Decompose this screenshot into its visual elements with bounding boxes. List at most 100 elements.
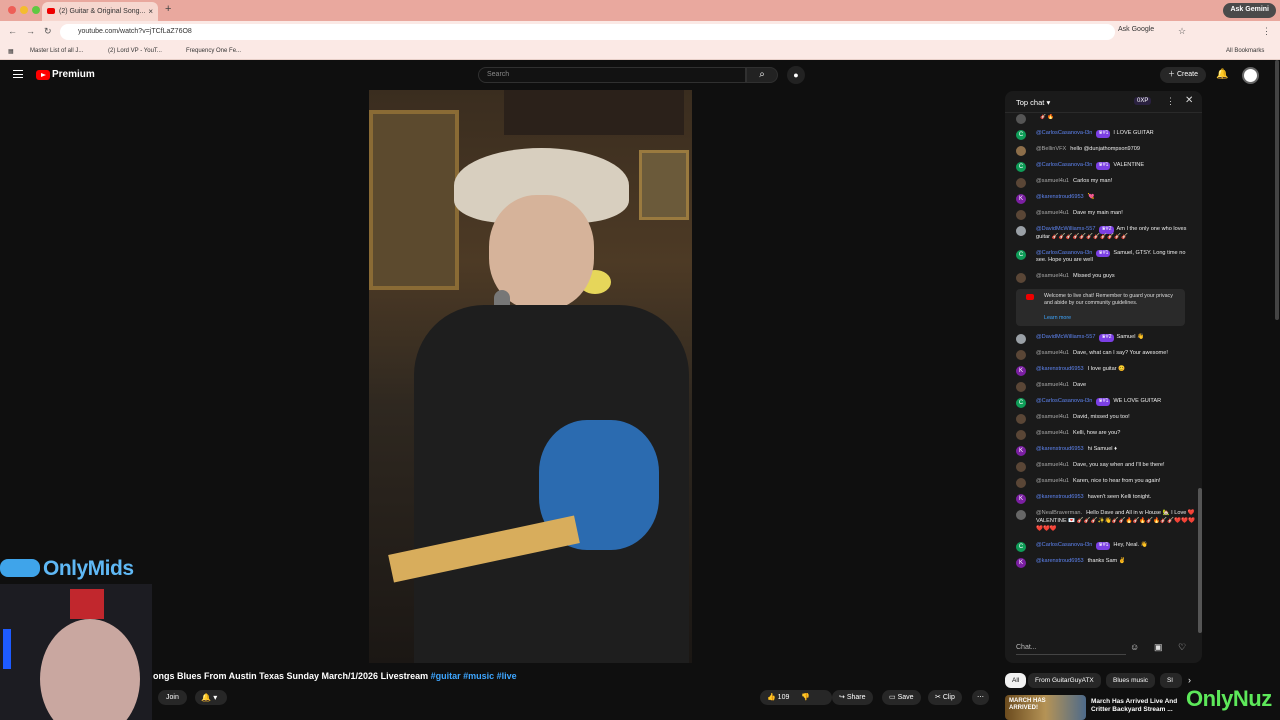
chat-author[interactable]: @CarlosCasanova-l3n (1036, 398, 1092, 404)
create-button[interactable]: ＋ Create (1160, 67, 1206, 83)
video-player[interactable] (369, 90, 692, 663)
chat-author[interactable]: @samuel4u1 (1036, 382, 1069, 388)
save-button[interactable]: ▭ Save (882, 690, 921, 705)
minimize-window-icon[interactable] (20, 6, 28, 14)
back-icon[interactable]: ← (8, 26, 17, 36)
chevron-right-icon[interactable]: › (1188, 675, 1191, 685)
top-chat-dropdown[interactable]: Top chat ▾ (1016, 98, 1050, 107)
recommended-thumbnail[interactable]: MARCH HAS ARRIVED! (1005, 695, 1086, 720)
like-dislike-group[interactable]: 👍 109 👎 (760, 690, 832, 705)
zoom-window-icon[interactable] (32, 6, 40, 14)
chat-author[interactable]: @CarlosCasanova-l3n (1036, 130, 1092, 136)
clip-button[interactable]: ✂ Clip (928, 690, 962, 705)
chat-author[interactable]: @CarlosCasanova-l3n (1036, 250, 1092, 256)
chat-avatar[interactable]: C (1016, 161, 1026, 172)
bookmark-item[interactable]: Master List of all J... (30, 48, 83, 54)
chat-avatar[interactable]: K (1016, 193, 1026, 204)
thumbs-down-icon[interactable]: 👎 (801, 694, 810, 701)
chat-author[interactable]: @samuel4u1 (1036, 478, 1069, 484)
chat-avatar[interactable]: C (1016, 398, 1026, 409)
chat-avatar[interactable] (1016, 114, 1026, 124)
more-actions-button[interactable]: ⋯ (972, 690, 989, 705)
chat-avatar[interactable] (1016, 177, 1026, 188)
bookmark-item[interactable]: Frequency One Fe... (186, 48, 241, 54)
forward-icon[interactable]: → (26, 26, 35, 36)
chat-author[interactable]: @samuel4u1 (1036, 462, 1069, 468)
video-hashtags[interactable]: #guitar #music #live (431, 671, 517, 681)
chat-avatar[interactable]: C (1016, 541, 1026, 552)
page-scrollbar[interactable] (1275, 60, 1279, 320)
bookmark-star-icon[interactable]: ☆ (1178, 26, 1186, 37)
chat-avatar[interactable] (1016, 209, 1026, 220)
voice-search-button[interactable]: ● (787, 66, 805, 84)
notifications-bell-icon[interactable]: 🔔 (1216, 69, 1228, 80)
chat-avatar[interactable]: K (1016, 366, 1026, 377)
join-button[interactable]: Join (158, 690, 187, 705)
chat-input[interactable]: Chat... (1016, 641, 1126, 655)
learn-more-link[interactable]: Learn more (1044, 315, 1177, 322)
subscribe-notifications-button[interactable]: 🔔 ▾ (195, 690, 227, 705)
chat-author[interactable]: @karenstroud6953 (1036, 366, 1084, 372)
chat-avatar[interactable] (1016, 145, 1026, 156)
apps-icon[interactable]: ▦ (8, 48, 14, 55)
close-tab-icon[interactable]: × (148, 7, 153, 16)
chat-more-icon[interactable]: ⋮ (1166, 96, 1175, 107)
chat-author[interactable]: @NealBraverman. (1036, 510, 1082, 516)
chip-partial[interactable]: Sl (1160, 673, 1182, 688)
chat-avatar[interactable] (1016, 225, 1026, 236)
recommended-title[interactable]: March Has Arrived Live And Critter Backy… (1091, 698, 1181, 714)
ask-google-button[interactable]: Ask Google (1118, 26, 1154, 33)
youtube-logo-icon[interactable] (36, 70, 50, 80)
url-field[interactable]: youtube.com/watch?v=jTCfLaZ76O8 (60, 24, 1115, 40)
ask-gemini-button[interactable]: Ask Gemini (1223, 3, 1276, 18)
super-chat-icon[interactable]: ▣ (1154, 642, 1163, 653)
hamburger-menu-icon[interactable] (13, 70, 23, 78)
chat-author[interactable]: @BellinVFX (1036, 146, 1066, 152)
account-avatar[interactable] (1242, 67, 1259, 84)
emoji-icon[interactable]: ☺ (1130, 642, 1139, 652)
xp-badge[interactable]: 0XP (1134, 97, 1152, 105)
chip-blues-music[interactable]: Blues music (1106, 673, 1156, 688)
bookmark-item[interactable]: (2) Lord VP - YouT... (108, 48, 162, 54)
chat-messages[interactable]: 🎸🔥 C @CarlosCasanova-l3n ♛#1 I LOVE GUITAR @B… (1005, 114, 1202, 632)
share-button[interactable]: ↪ Share (832, 690, 873, 705)
chat-author[interactable]: @samuel4u1 (1036, 350, 1069, 356)
chat-author[interactable]: @karenstroud6953 (1036, 446, 1084, 452)
chat-avatar[interactable]: K (1016, 494, 1026, 505)
close-window-icon[interactable] (8, 6, 16, 14)
browser-menu-icon[interactable]: ⋮ (1262, 26, 1271, 37)
chat-author[interactable]: @DavidMcWilliams-557 (1036, 226, 1095, 232)
search-input[interactable]: Search (478, 67, 746, 83)
search-button[interactable]: ⌕ (746, 67, 778, 83)
chat-author[interactable]: @karenstroud6953 (1036, 558, 1084, 564)
thumbs-up-icon[interactable]: 👍 (767, 694, 776, 701)
chat-author[interactable]: @CarlosCasanova-l3n (1036, 542, 1092, 548)
chat-avatar[interactable] (1016, 414, 1026, 425)
chat-avatar[interactable] (1016, 273, 1026, 284)
heart-icon[interactable]: ♡ (1178, 642, 1186, 653)
chat-avatar[interactable] (1016, 382, 1026, 393)
chat-author[interactable]: @samuel4u1 (1036, 178, 1069, 184)
chat-author[interactable]: @samuel4u1 (1036, 430, 1069, 436)
chat-avatar[interactable] (1016, 350, 1026, 361)
chat-author[interactable]: @DavidMcWilliams-557 (1036, 334, 1095, 340)
chat-avatar[interactable]: K (1016, 446, 1026, 457)
new-tab-icon[interactable]: + (165, 3, 171, 15)
chat-avatar[interactable]: C (1016, 249, 1026, 260)
chat-author[interactable]: @karenstroud6953 (1036, 494, 1084, 500)
chat-author[interactable]: @karenstroud6953 (1036, 194, 1084, 200)
chip-from-channel[interactable]: From GuitarGuyATX (1028, 673, 1101, 688)
chat-author[interactable]: @samuel4u1 (1036, 273, 1069, 279)
close-chat-icon[interactable]: ✕ (1185, 95, 1193, 106)
chat-author[interactable]: @samuel4u1 (1036, 414, 1069, 420)
chat-avatar[interactable] (1016, 334, 1026, 345)
chat-author[interactable]: @samuel4u1 (1036, 210, 1069, 216)
chip-all[interactable]: All (1005, 673, 1027, 688)
premium-logo-text[interactable]: Premium (52, 69, 95, 80)
chat-author[interactable]: @CarlosCasanova-l3n (1036, 162, 1092, 168)
browser-tab-active[interactable]: (2) Guitar & Original Song... × (42, 2, 158, 21)
chat-avatar[interactable] (1016, 510, 1026, 521)
all-bookmarks-link[interactable]: All Bookmarks (1226, 48, 1264, 54)
chat-avatar[interactable] (1016, 478, 1026, 489)
reload-icon[interactable]: ↻ (44, 26, 52, 37)
